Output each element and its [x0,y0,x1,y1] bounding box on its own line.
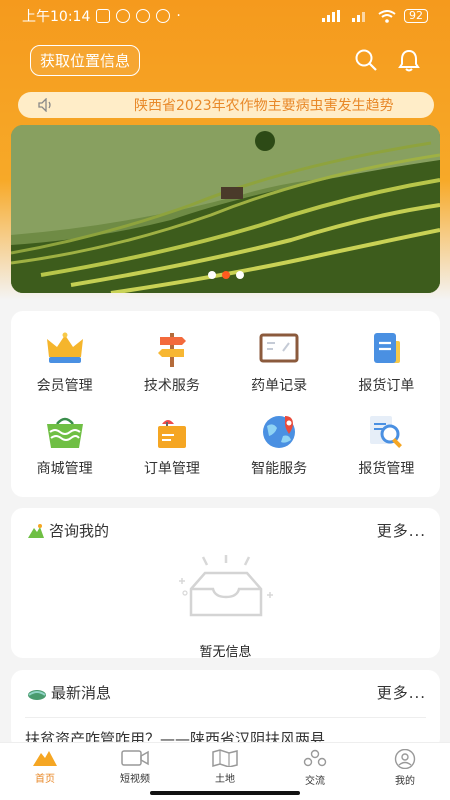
mountain-logo-icon [28,523,44,538]
signal-icon [322,10,340,22]
grid-item-smart-service[interactable]: 智能服务 [226,404,333,487]
tab-home[interactable]: 首页 [5,743,85,800]
notification-icon [96,9,111,23]
grid-label: 订单管理 [143,460,200,477]
user-icon [394,749,416,769]
status-time: 上午10:14 [22,9,91,25]
banner-dot-active[interactable] [221,271,230,279]
app-icon [156,9,171,23]
map-icon [212,749,238,767]
grid-label: 商城管理 [36,460,93,477]
banner-dot[interactable] [235,271,244,279]
grid-label: 技术服务 [143,377,200,394]
status-bar: 上午10:14 · 92 [0,0,450,32]
grid-label: 报货管理 [358,460,415,477]
nav-label: 首页 [35,774,55,785]
basket-icon [46,417,83,448]
message-icon [136,9,151,23]
magnifier-doc-icon [370,415,403,448]
bell-icon[interactable] [398,48,420,72]
signpost-icon [157,332,186,367]
package-icon [157,419,186,448]
grid-item-member-management[interactable]: 会员管理 [11,321,118,404]
get-location-button[interactable]: 获取位置信息 [30,44,141,76]
grid-item-mall-management[interactable]: 商城管理 [11,404,118,487]
banner-pagination [207,271,244,279]
home-mountain-icon [33,751,57,766]
notice-text: 陕西省2023年农作物主要病虫害发生趋势 [134,98,394,114]
nav-label: 土地 [215,774,235,785]
banner-carousel[interactable] [11,125,440,293]
grid-item-order-management[interactable]: 订单管理 [118,404,225,487]
grid-label: 智能服务 [251,460,308,477]
empty-tray-icon [178,555,273,617]
banner-dot[interactable] [207,271,216,279]
grid-item-report-management[interactable]: 报货管理 [333,404,440,487]
news-more-link[interactable]: 更多... [377,682,426,703]
consult-more-link[interactable]: 更多... [377,520,426,541]
document-icon [374,332,401,363]
grid-label: 药单记录 [251,377,308,394]
tab-mine[interactable]: 我的 [365,743,445,800]
nav-label: 交流 [305,776,325,787]
terrace-image [11,125,440,293]
globe-icon [263,415,296,448]
header-row: 获取位置信息 [0,42,450,78]
consult-title: 咨询我的 [49,522,110,540]
more-dot-icon: · [176,8,181,24]
news-title: 最新消息 [51,684,112,702]
crown-icon [46,332,83,363]
empty-message: 暂无信息 [199,645,252,660]
chat-icon [116,9,131,23]
board-icon [259,333,299,362]
grid-item-report-order[interactable]: 报货订单 [333,321,440,404]
grid-label: 报货订单 [358,377,415,394]
function-grid: 会员管理 技术服务 药单记录 报货订单 商城管理 订单管理 智能服务 报货管理 [11,311,440,497]
signal-icon-2 [352,12,365,22]
notice-bar[interactable]: 陕西省2023年农作物主要病虫害发生趋势 [18,92,434,118]
news-card: 最新消息 更多... 扶贫资产咋管咋用？——陕西省汉阴扶风两县... [11,670,440,750]
landscape-logo-icon [28,689,46,700]
nav-label: 短视频 [120,774,150,785]
grid-item-tech-service[interactable]: 技术服务 [118,321,225,404]
consult-card: 咨询我的 更多... 暂无信息 [11,508,440,660]
people-icon [303,749,327,767]
grid-label: 会员管理 [36,377,93,394]
grid-item-prescription-record[interactable]: 药单记录 [226,321,333,404]
wifi-icon [378,9,396,23]
battery-indicator: 92 [404,9,428,23]
speaker-icon [38,98,51,112]
nav-label: 我的 [395,776,415,787]
home-indicator[interactable] [150,791,300,795]
search-icon[interactable] [354,48,378,72]
video-icon [121,750,149,766]
